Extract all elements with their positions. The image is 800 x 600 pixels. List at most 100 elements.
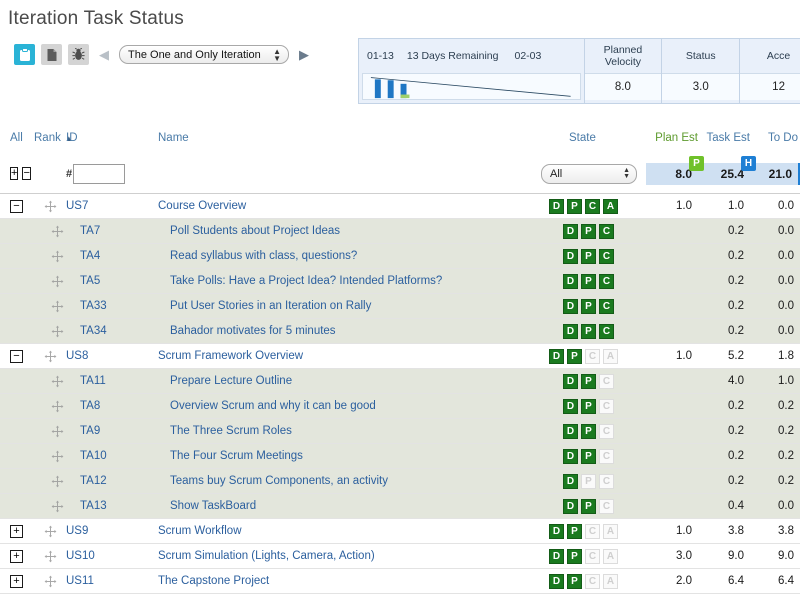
- row-rank-cell[interactable]: [34, 325, 66, 338]
- id-filter-input[interactable]: [73, 164, 125, 184]
- row-name-link[interactable]: Prepare Lecture Outline: [170, 375, 533, 387]
- row-expander-button[interactable]: +: [10, 575, 23, 588]
- row-name-link[interactable]: Overview Scrum and why it can be good: [170, 400, 533, 412]
- row-name-link[interactable]: The Capstone Project: [158, 575, 533, 587]
- row-name-link[interactable]: Bahador motivates for 5 minutes: [170, 325, 533, 337]
- header-plan-est[interactable]: Plan Est: [646, 132, 698, 144]
- row-id-link[interactable]: TA34: [80, 325, 107, 337]
- drag-handle-icon[interactable]: [51, 375, 64, 388]
- row-name-link[interactable]: Read syllabus with class, questions?: [170, 250, 533, 262]
- row-id-link[interactable]: US11: [66, 575, 94, 587]
- drag-handle-icon[interactable]: [44, 575, 57, 588]
- row-expander-button[interactable]: −: [10, 350, 23, 363]
- row-id-link[interactable]: TA13: [80, 500, 107, 512]
- iteration-select[interactable]: The One and Only Iteration ▲▼: [119, 45, 289, 64]
- table-row[interactable]: +US9Scrum WorkflowDPCA1.03.83.8: [0, 519, 800, 544]
- row-rank-cell[interactable]: [34, 525, 66, 538]
- table-row[interactable]: −US7Course OverviewDPCA1.01.00.0: [0, 194, 800, 219]
- row-id-link[interactable]: TA10: [80, 450, 107, 462]
- header-state[interactable]: State: [569, 132, 646, 144]
- drag-handle-icon[interactable]: [51, 450, 64, 463]
- row-id-link[interactable]: TA5: [80, 275, 100, 287]
- row-rank-cell[interactable]: [34, 350, 66, 363]
- previous-iteration-button[interactable]: ◀: [97, 47, 111, 63]
- row-rank-cell[interactable]: [34, 550, 66, 563]
- row-id-link[interactable]: US10: [66, 550, 95, 562]
- header-task-est[interactable]: Task Est: [698, 132, 750, 144]
- drag-handle-icon[interactable]: [51, 400, 64, 413]
- row-rank-cell[interactable]: [34, 300, 66, 313]
- row-name-link[interactable]: Take Polls: Have a Project Idea? Intende…: [170, 275, 533, 287]
- row-name-link[interactable]: Teams buy Scrum Components, an activity: [170, 475, 533, 487]
- row-rank-cell[interactable]: [34, 200, 66, 213]
- state-filter-select[interactable]: All ▲▼: [541, 164, 637, 184]
- row-id-link[interactable]: TA7: [80, 225, 100, 237]
- expand-all-button[interactable]: +: [10, 167, 18, 180]
- table-row[interactable]: TA33 Put User Stories in an Iteration on …: [0, 294, 800, 319]
- row-id-link[interactable]: TA8: [80, 400, 100, 412]
- drag-handle-icon[interactable]: [44, 525, 57, 538]
- table-row[interactable]: TA12 Teams buy Scrum Components, an activ…: [0, 469, 800, 494]
- header-id[interactable]: ID: [66, 132, 158, 144]
- row-rank-cell[interactable]: [34, 275, 66, 288]
- row-rank-cell[interactable]: [34, 500, 66, 513]
- drag-handle-icon[interactable]: [51, 475, 64, 488]
- row-rank-cell[interactable]: [34, 450, 66, 463]
- drag-handle-icon[interactable]: [44, 200, 57, 213]
- table-row[interactable]: TA11Prepare Lecture OutlineDPC4.01.0: [0, 369, 800, 394]
- row-expander-button[interactable]: +: [10, 525, 23, 538]
- drag-handle-icon[interactable]: [51, 325, 64, 338]
- task-board-icon[interactable]: [14, 44, 35, 65]
- row-rank-cell[interactable]: [34, 425, 66, 438]
- drag-handle-icon[interactable]: [51, 275, 64, 288]
- row-name-link[interactable]: Put User Stories in an Iteration on Rall…: [170, 300, 533, 312]
- row-name-link[interactable]: The Four Scrum Meetings: [170, 450, 533, 462]
- row-id-link[interactable]: TA4: [80, 250, 100, 262]
- table-row[interactable]: +US11The Capstone ProjectDPCA2.06.46.4: [0, 569, 800, 594]
- row-id-link[interactable]: US7: [66, 200, 88, 212]
- table-row[interactable]: TA34Bahador motivates for 5 minutesDPC0.…: [0, 319, 800, 344]
- table-row[interactable]: TA8 Overview Scrum and why it can be good…: [0, 394, 800, 419]
- row-name-link[interactable]: Scrum Framework Overview: [158, 350, 533, 362]
- row-rank-cell[interactable]: [34, 475, 66, 488]
- row-rank-cell[interactable]: [34, 375, 66, 388]
- row-name-link[interactable]: Scrum Workflow: [158, 525, 533, 537]
- drag-handle-icon[interactable]: [51, 225, 64, 238]
- drag-handle-icon[interactable]: [51, 425, 64, 438]
- story-icon[interactable]: [41, 44, 62, 65]
- defect-bug-icon[interactable]: [68, 44, 89, 65]
- table-row[interactable]: −US8Scrum Framework OverviewDPCA1.05.21.…: [0, 344, 800, 369]
- row-name-link[interactable]: Course Overview: [158, 200, 533, 212]
- row-id-link[interactable]: TA11: [80, 375, 106, 387]
- table-row[interactable]: TA9The Three Scrum RolesDPC0.20.2: [0, 419, 800, 444]
- row-rank-cell[interactable]: [34, 250, 66, 263]
- row-rank-cell[interactable]: [34, 575, 66, 588]
- header-to-do[interactable]: To Do: [750, 132, 798, 144]
- row-name-link[interactable]: Show TaskBoard: [170, 500, 533, 512]
- row-name-link[interactable]: Scrum Simulation (Lights, Camera, Action…: [158, 550, 533, 562]
- row-name-link[interactable]: The Three Scrum Roles: [170, 425, 533, 437]
- table-row[interactable]: + US10 Scrum Simulation (Lights, Camera, A…: [0, 544, 800, 569]
- row-id-link[interactable]: US9: [66, 525, 88, 537]
- row-rank-cell[interactable]: [34, 225, 66, 238]
- drag-handle-icon[interactable]: [51, 300, 64, 313]
- header-name[interactable]: Name: [158, 132, 533, 144]
- row-name-link[interactable]: Poll Students about Project Ideas: [170, 225, 533, 237]
- burndown-chart[interactable]: [362, 73, 581, 100]
- drag-handle-icon[interactable]: [44, 550, 57, 563]
- header-all[interactable]: All: [10, 132, 34, 144]
- row-id-link[interactable]: US8: [66, 350, 88, 362]
- table-row[interactable]: TA10The Four Scrum MeetingsDPC0.20.2: [0, 444, 800, 469]
- collapse-all-button[interactable]: −: [22, 167, 30, 180]
- row-id-link[interactable]: TA33: [80, 300, 107, 312]
- row-id-link[interactable]: TA12: [80, 475, 107, 487]
- table-row[interactable]: TA13Show TaskBoardDPC0.40.0: [0, 494, 800, 519]
- row-expander-button[interactable]: −: [10, 200, 23, 213]
- drag-handle-icon[interactable]: [51, 500, 64, 513]
- drag-handle-icon[interactable]: [51, 250, 64, 263]
- row-expander-button[interactable]: +: [10, 550, 23, 563]
- table-row[interactable]: TA4Read syllabus with class, questions?D…: [0, 244, 800, 269]
- row-rank-cell[interactable]: [34, 400, 66, 413]
- row-id-link[interactable]: TA9: [80, 425, 100, 437]
- next-iteration-button[interactable]: ▶: [297, 47, 311, 63]
